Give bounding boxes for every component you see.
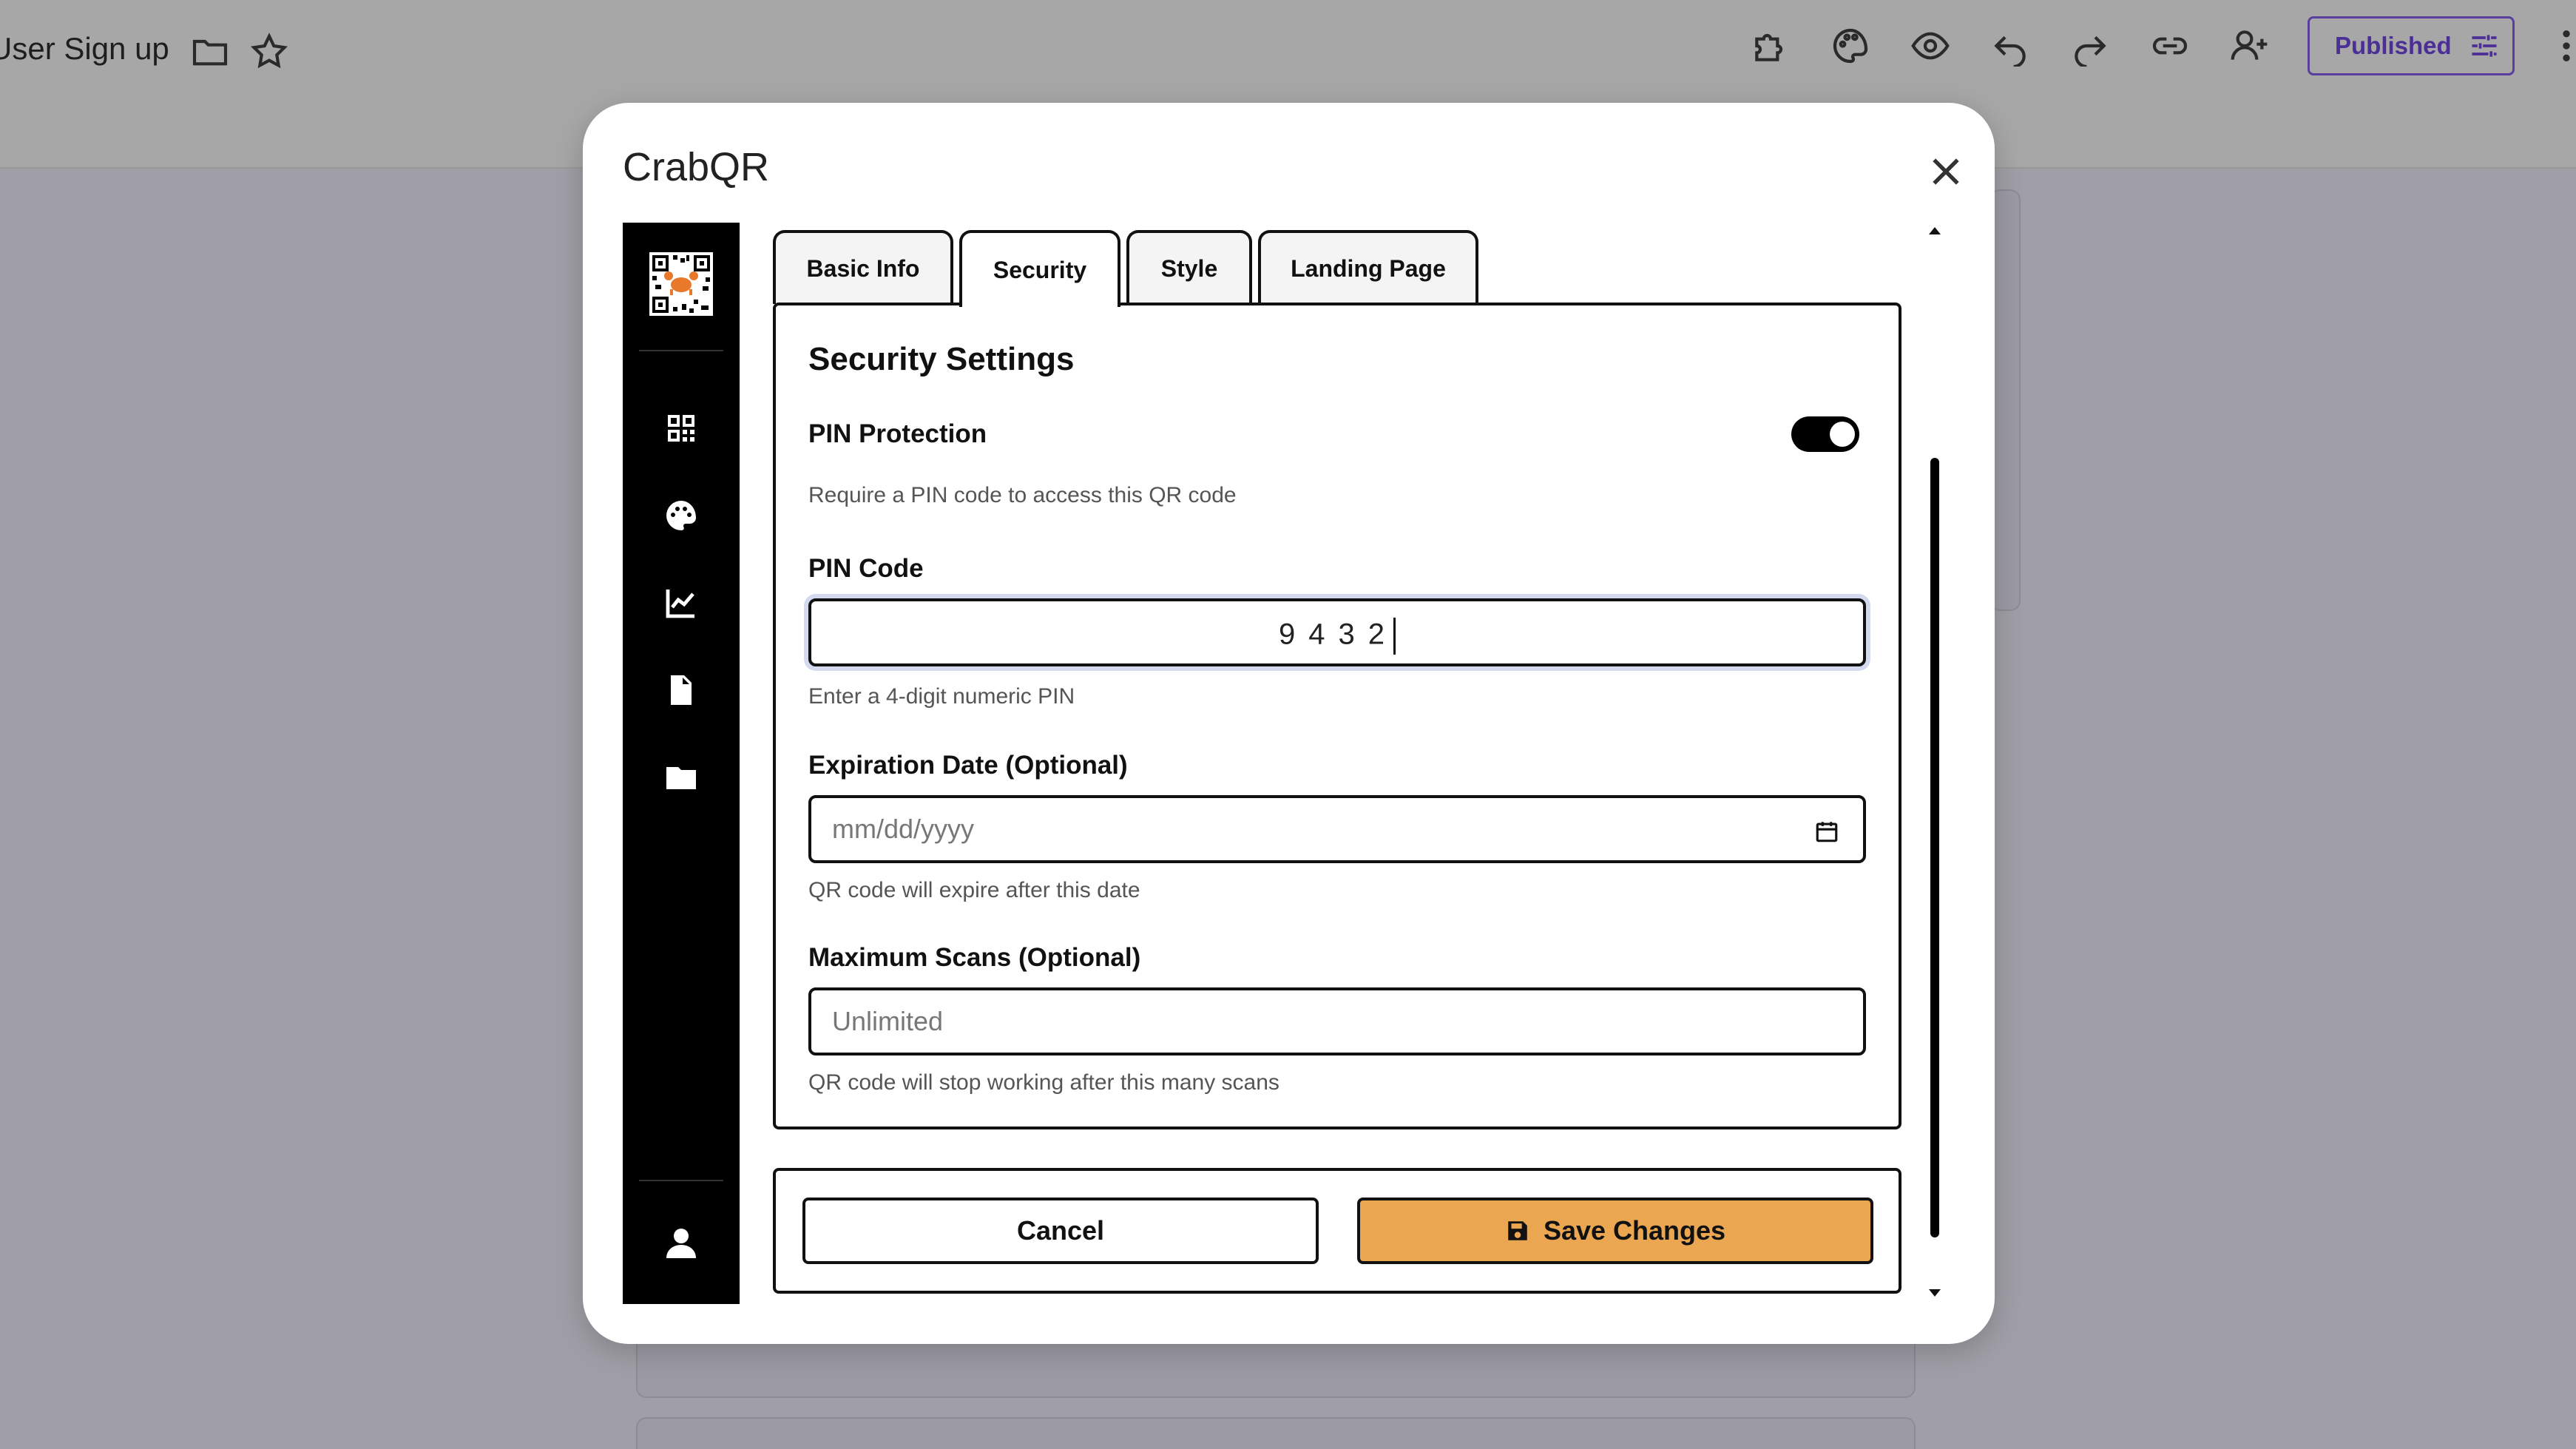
sidebar <box>623 223 740 1304</box>
scroll-up-arrow[interactable] <box>1929 227 1941 234</box>
tab-landing-page[interactable]: Landing Page <box>1258 230 1478 304</box>
pin-protection-label: PIN Protection <box>808 419 987 448</box>
folder-icon[interactable] <box>189 31 231 72</box>
user-icon[interactable] <box>663 1226 699 1261</box>
scroll-thumb[interactable] <box>1930 458 1939 1237</box>
security-panel: Security Settings PIN Protection Require… <box>773 303 1901 1129</box>
embedded-app-frame: Basic Info Security Style Landing Page S… <box>623 223 1948 1304</box>
expiration-date-help: QR code will expire after this date <box>808 878 1140 902</box>
save-changes-button[interactable]: Save Changes <box>1357 1198 1873 1264</box>
max-scans-field[interactable] <box>808 987 1866 1055</box>
crab-qr-logo[interactable] <box>649 252 713 316</box>
tab-security[interactable]: Security <box>959 230 1120 307</box>
pin-code-label: PIN Code <box>808 554 924 583</box>
modal-title: CrabQR <box>623 145 770 189</box>
add-person-icon[interactable] <box>2229 25 2271 67</box>
folder-icon[interactable] <box>663 760 699 795</box>
max-scans-input[interactable] <box>811 990 1863 1053</box>
save-changes-label: Save Changes <box>1543 1215 1726 1246</box>
cancel-button[interactable]: Cancel <box>802 1198 1319 1264</box>
published-button[interactable]: Published <box>2308 16 2515 75</box>
redo-icon[interactable] <box>2069 25 2111 67</box>
pin-protection-help: Require a PIN code to access this QR cod… <box>808 483 1237 507</box>
scroll-down-arrow[interactable] <box>1929 1289 1941 1297</box>
pin-code-input[interactable]: 9432 <box>808 598 1866 666</box>
eye-icon[interactable] <box>1910 25 1951 67</box>
palette-icon[interactable] <box>1830 25 1871 67</box>
toggle-knob <box>1830 422 1855 447</box>
puzzle-icon[interactable] <box>1750 25 1791 67</box>
pin-code-value: 9432 <box>1279 618 1398 651</box>
qr-code-icon[interactable] <box>663 411 699 446</box>
document-title[interactable]: User Sign up <box>0 31 169 67</box>
expiration-date-input[interactable] <box>811 798 1863 860</box>
pin-protection-toggle[interactable] <box>1791 416 1859 452</box>
max-scans-help: QR code will stop working after this man… <box>808 1070 1279 1095</box>
text-caret <box>1393 618 1396 655</box>
sidebar-divider <box>639 350 723 351</box>
pin-code-help: Enter a 4-digit numeric PIN <box>808 684 1075 709</box>
published-label: Published <box>2335 32 2452 59</box>
undo-icon[interactable] <box>1990 25 2031 67</box>
section-title: Security Settings <box>808 341 1075 377</box>
action-bar: Cancel Save Changes <box>773 1168 1901 1294</box>
max-scans-label: Maximum Scans (Optional) <box>808 943 1141 972</box>
more-vert-icon[interactable] <box>2559 25 2574 67</box>
tab-style[interactable]: Style <box>1126 230 1252 304</box>
star-icon[interactable] <box>249 31 290 72</box>
link-icon[interactable] <box>2149 25 2191 67</box>
expiration-date-label: Expiration Date (Optional) <box>808 751 1128 780</box>
close-icon[interactable] <box>1926 152 1966 192</box>
crabqr-modal: CrabQR Basic Info Security Style Landing… <box>583 103 1995 1344</box>
palette-icon[interactable] <box>663 498 699 533</box>
background-card <box>636 1417 1916 1449</box>
document-icon[interactable] <box>663 672 699 708</box>
expiration-date-field[interactable] <box>808 795 1866 863</box>
save-icon <box>1505 1218 1530 1243</box>
scrollbar[interactable] <box>1924 223 1948 1304</box>
sidebar-divider <box>639 1180 723 1181</box>
analytics-icon[interactable] <box>663 585 699 621</box>
tab-basic-info[interactable]: Basic Info <box>773 230 953 304</box>
tune-icon <box>2468 30 2501 62</box>
calendar-icon[interactable] <box>1814 819 1839 844</box>
